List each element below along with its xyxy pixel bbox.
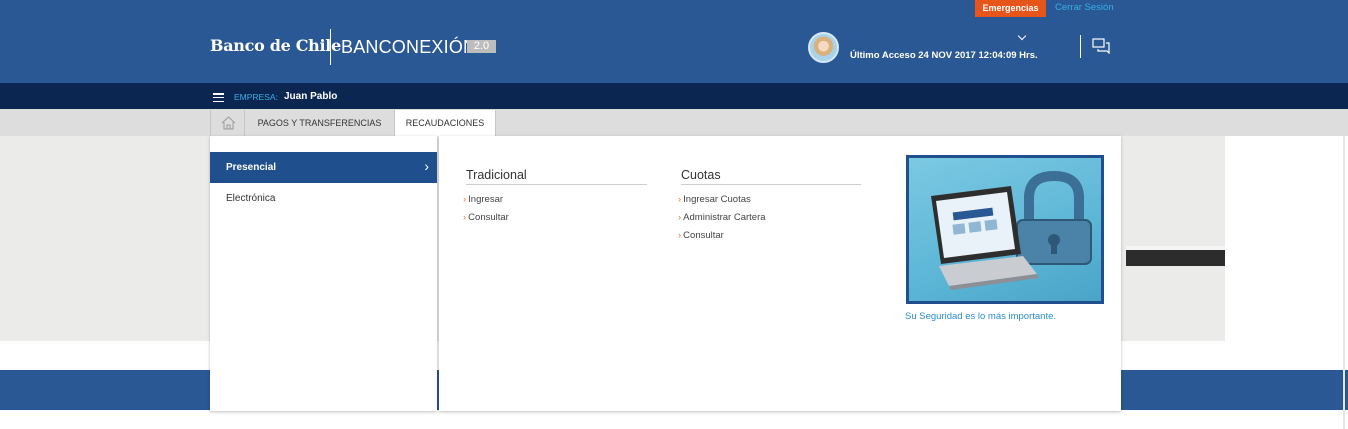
chevron-right-icon: › [678, 230, 682, 241]
column-title-cuotas: Cuotas [681, 168, 861, 185]
chevron-right-icon: › [463, 212, 467, 223]
hamburger-menu-icon[interactable] [213, 93, 224, 103]
home-icon [221, 116, 236, 130]
category-electronica[interactable]: Electrónica [210, 183, 437, 214]
link-consultar-tradicional[interactable]: › Consultar [463, 212, 509, 223]
product-version-badge: 2.0 [467, 40, 496, 53]
tab-pagos-y-transferencias[interactable]: PAGOS Y TRANSFERENCIAS [245, 110, 394, 136]
banner-dark-band [1126, 246, 1225, 266]
chevron-right-icon: › [463, 194, 467, 205]
logo-divider [330, 29, 331, 65]
product-logo: BANCONEXIÓN [341, 37, 477, 57]
banner-edge [1225, 136, 1348, 341]
company-bar [0, 83, 1348, 109]
security-promo-image[interactable] [906, 155, 1104, 304]
empresa-label: EMPRESA: [234, 92, 278, 102]
cerrar-sesion-link[interactable]: Cerrar Sesión [1055, 2, 1114, 13]
tab-home[interactable] [210, 110, 245, 136]
avatar[interactable] [808, 32, 839, 63]
empresa-name[interactable]: Juan Pablo [284, 91, 337, 102]
tabs-bar [0, 109, 1348, 136]
top-header [0, 0, 1348, 83]
tab-recaudaciones[interactable]: RECAUDACIONES [394, 110, 496, 136]
category-presencial[interactable]: Presencial [210, 151, 437, 183]
column-title-tradicional: Tradicional [466, 168, 647, 185]
link-consultar-cuotas[interactable]: › Consultar [678, 230, 724, 241]
promo-caption-link[interactable]: Su Seguridad es lo más importante. [905, 311, 1056, 322]
chat-icon[interactable] [1092, 38, 1110, 54]
link-ingresar-cuotas[interactable]: › Ingresar Cuotas [678, 194, 751, 205]
link-administrar-cartera[interactable]: › Administrar Cartera [678, 212, 766, 223]
chevron-right-icon: › [678, 212, 682, 223]
chevron-right-icon: › [678, 194, 682, 205]
bank-logo: Banco de Chile [210, 36, 341, 55]
last-access-text: Último Acceso 24 NOV 2017 12:04:09 Hrs. [850, 50, 1038, 61]
emergencias-button[interactable]: Emergencias [975, 0, 1046, 17]
header-divider [1080, 35, 1081, 58]
link-ingresar[interactable]: › Ingresar [463, 194, 503, 205]
